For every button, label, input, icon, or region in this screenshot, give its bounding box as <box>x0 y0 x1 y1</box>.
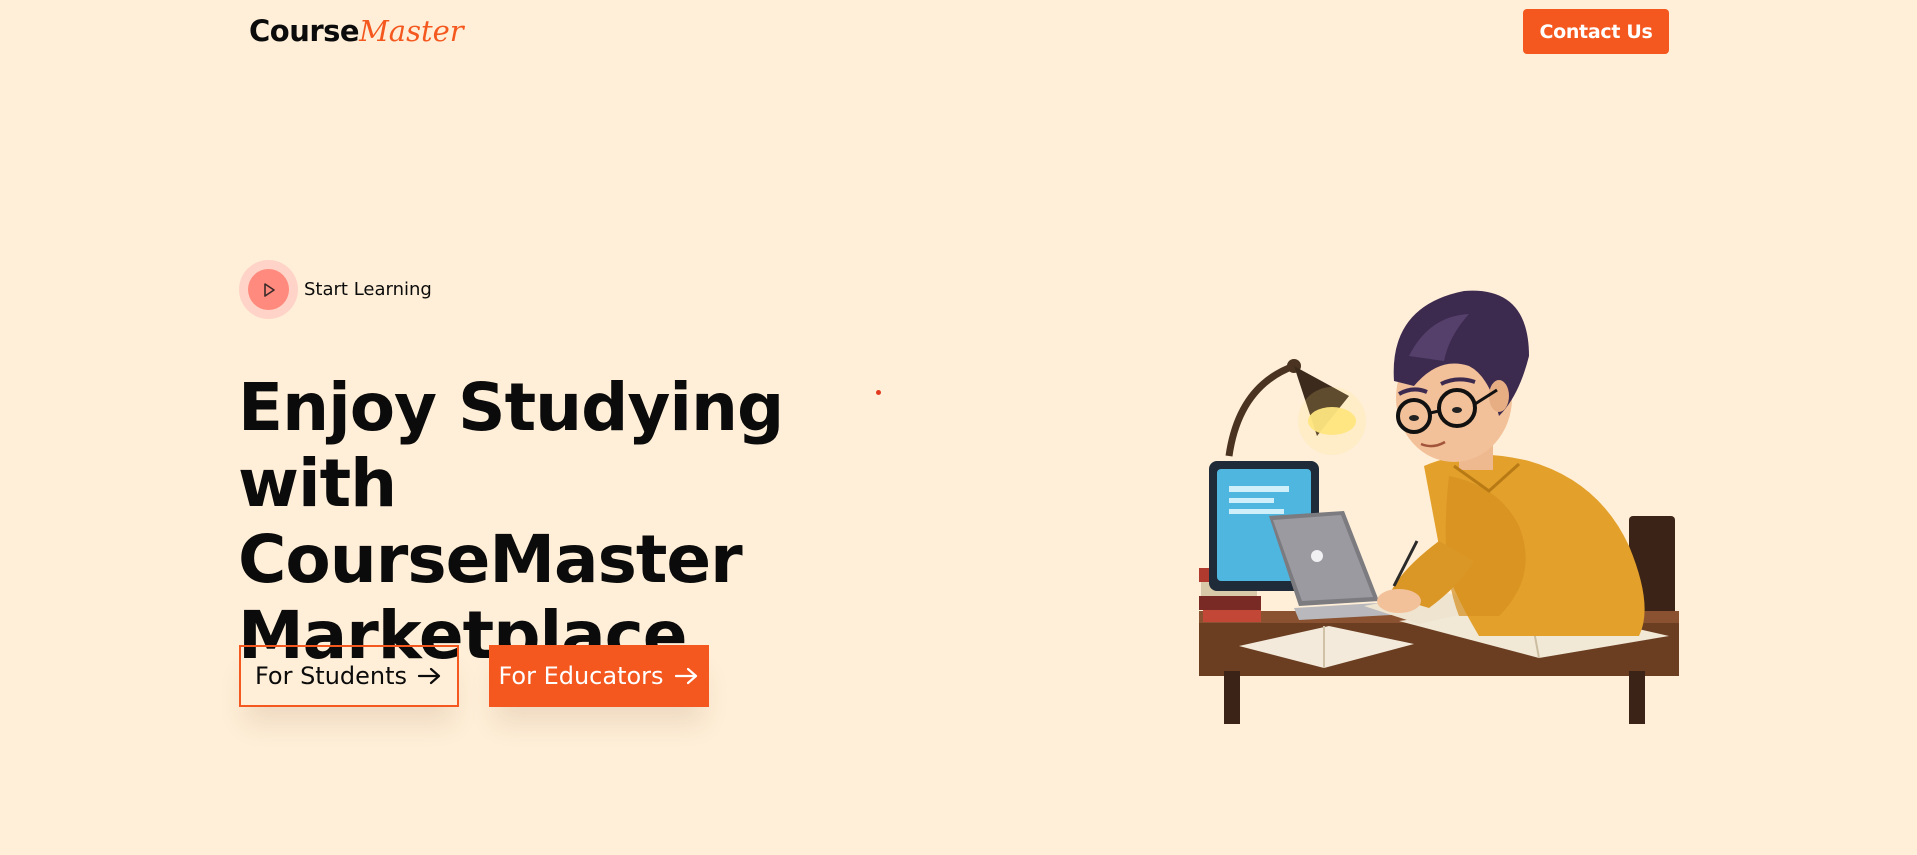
logo-accent: Master <box>359 14 464 48</box>
headline-line-1: Enjoy Studying with <box>238 369 784 522</box>
for-students-label: For Students <box>254 662 408 690</box>
arrow-right-icon <box>417 666 443 686</box>
play-button-inner <box>248 269 289 310</box>
start-learning-label: Start Learning <box>304 279 432 300</box>
start-learning[interactable]: Start Learning <box>239 260 432 319</box>
logo-primary: Course <box>249 14 360 48</box>
play-icon <box>263 282 275 297</box>
hero-headline: Enjoy Studying with CourseMaster Marketp… <box>238 370 878 674</box>
decorative-dot <box>876 390 881 395</box>
for-educators-label: For Educators <box>498 662 664 690</box>
play-button[interactable] <box>239 260 298 319</box>
student-studying-illustration <box>1199 290 1679 724</box>
for-students-button[interactable]: For Students <box>239 645 459 707</box>
for-educators-button[interactable]: For Educators <box>489 645 709 707</box>
logo[interactable]: CourseMaster <box>249 14 464 48</box>
headline-line-2: CourseMaster <box>238 521 743 598</box>
contact-us-button[interactable]: Contact Us <box>1523 9 1669 54</box>
arrow-right-icon <box>674 666 700 686</box>
landing-page: CourseMaster Contact Us Start Learning E… <box>0 0 1917 855</box>
